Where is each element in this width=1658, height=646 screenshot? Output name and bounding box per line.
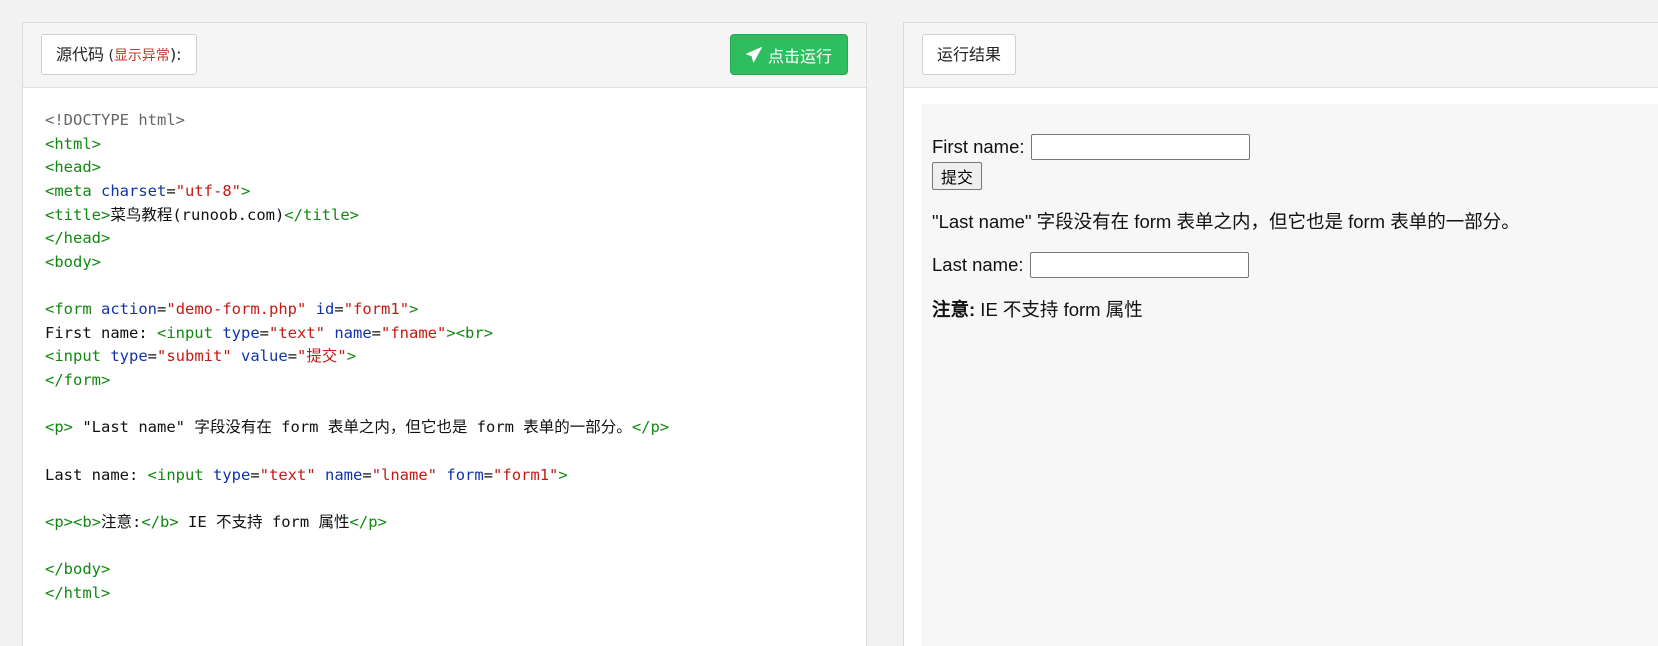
code-line: <html> [45, 134, 102, 153]
result-panel: 运行结果 First name: 提交 "Last name" 字段没有在 fo… [903, 22, 1658, 646]
source-code-label: 源代码 (显示异常): [41, 34, 197, 75]
source-code-header: 源代码 (显示异常): 点击运行 [23, 23, 866, 88]
result-frame: First name: 提交 "Last name" 字段没有在 form 表单… [922, 104, 1658, 646]
code-line: </body> [45, 560, 111, 579]
last-name-label: Last name: [932, 254, 1024, 275]
submit-button[interactable]: 提交 [932, 162, 983, 190]
first-name-input[interactable] [1030, 134, 1250, 160]
source-code-paren-open: ( [104, 48, 114, 64]
code-line: <p><b>注意:</b> IE 不支持 form 属性</p> [45, 512, 387, 531]
note-text: IE 不支持 form 属性 [975, 299, 1143, 320]
code-line: <!DOCTYPE html> [45, 111, 185, 129]
code-line: </html> [45, 583, 111, 602]
result-header: 运行结果 [904, 23, 1658, 88]
paper-plane-icon [746, 46, 762, 62]
source-code-title: 源代码 [56, 45, 105, 64]
result-label: 运行结果 [922, 34, 1017, 75]
code-line: </form> [45, 371, 111, 390]
code-editor[interactable]: <!DOCTYPE html> <html> <head> <meta charset… [45, 109, 669, 605]
first-name-row: First name: [932, 134, 1658, 160]
last-name-input[interactable] [1029, 252, 1249, 278]
run-button[interactable]: 点击运行 [730, 34, 848, 75]
code-line: Last name: <input type="text" name="lnam… [45, 465, 568, 484]
code-line: <input type="submit" value="提交"> [45, 347, 357, 366]
code-line: First name: <input type="text" name="fna… [45, 323, 494, 342]
source-code-paren-close: ): [169, 45, 182, 64]
info-paragraph: "Last name" 字段没有在 form 表单之内，但它也是 form 表单… [932, 211, 1520, 232]
source-code-panel: 源代码 (显示异常): 点击运行 <!DOCTYPE html> <html> <h… [22, 22, 867, 646]
code-line: <p> "Last name" 字段没有在 form 表单之内，但它也是 for… [45, 418, 670, 437]
code-line: <meta charset="utf-8"> [45, 181, 251, 200]
note-bold: 注意: [932, 299, 976, 320]
note-paragraph: 注意: IE 不支持 form 属性 [932, 296, 1658, 322]
code-line: <form action="demo-form.php" id="form1"> [45, 300, 419, 319]
last-name-row: Last name: [932, 252, 1658, 278]
code-line: </head> [45, 229, 111, 248]
code-line: <body> [45, 252, 102, 271]
code-line: <head> [45, 158, 102, 177]
display-error-link[interactable]: 显示异常 [114, 48, 170, 64]
run-button-label: 点击运行 [767, 46, 832, 66]
code-line: <title>菜鸟教程(runoob.com)</title> [45, 205, 359, 224]
first-name-label: First name: [932, 136, 1025, 157]
